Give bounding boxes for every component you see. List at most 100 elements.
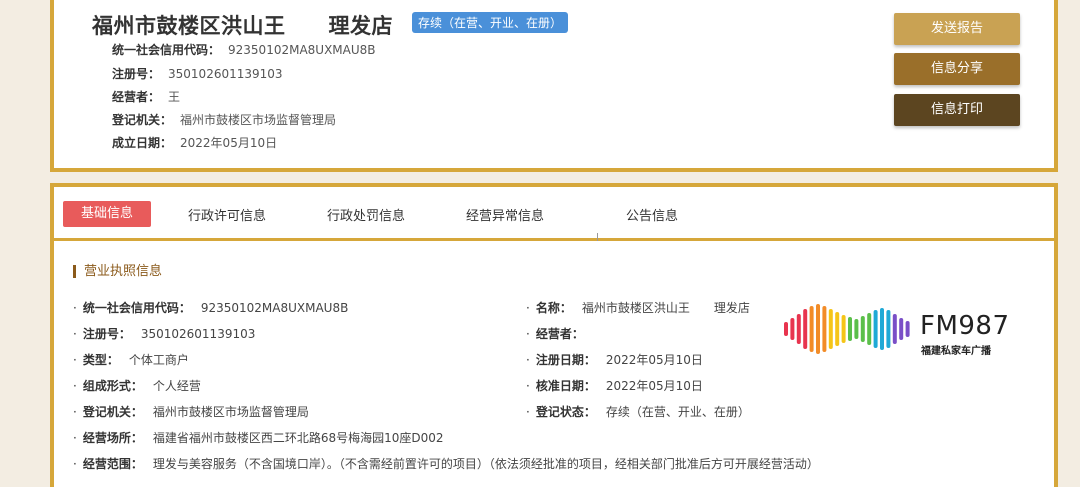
- field-value: 福州市鼓楼区市场监督管理局: [180, 113, 337, 127]
- bullet-icon: ·: [526, 405, 530, 419]
- field-label: 核准日期：: [535, 379, 596, 393]
- field-label: 组成形式：: [82, 379, 143, 393]
- field-value: 92350102MA8UXMAU8B: [228, 43, 376, 57]
- bullet-icon: ·: [73, 405, 77, 419]
- field-authority: · 登记机关： 福州市鼓楼区市场监督管理局: [73, 403, 309, 420]
- bullet-icon: ·: [526, 353, 530, 367]
- logo-bar: [796, 314, 801, 344]
- logo-bar: [899, 318, 904, 340]
- logo-bar: [880, 308, 884, 350]
- logo-bar: [828, 309, 833, 349]
- field-premises: · 经营场所： 福建省福州市鼓楼区西二环北路68号梅海园10座D002: [73, 429, 444, 446]
- field-value: 92350102MA8UXMAU8B: [200, 301, 349, 315]
- logo-subtitle: 福建私家车广播: [921, 346, 991, 357]
- logo-bar: [841, 315, 846, 343]
- field-value: 350102601139103: [140, 327, 256, 341]
- summary-credit-code: 统一社会信用代码： 92350102MA8UXMAU8B: [112, 41, 376, 58]
- bullet-icon: ·: [526, 327, 530, 341]
- field-label: 统一社会信用代码：: [112, 43, 221, 57]
- summary-authority: 登记机关： 福州市鼓楼区市场监督管理局: [112, 111, 336, 128]
- field-label: 登记机关：: [112, 113, 173, 127]
- print-info-button[interactable]: 信息打印: [894, 94, 1020, 126]
- field-label: 经营者：: [535, 327, 584, 341]
- field-label: 名称：: [535, 301, 572, 315]
- bullet-icon: ·: [73, 379, 77, 393]
- field-value: 350102601139103: [168, 67, 283, 81]
- tab-basic-info[interactable]: 基础信息: [63, 201, 151, 227]
- field-value: 2022年05月10日: [605, 379, 703, 393]
- field-label: 注册日期：: [535, 353, 596, 367]
- field-business-scope: · 经营范围： 理发与美容服务（不含国境口岸）。（不含需经前置许可的项目）（依法须经…: [73, 455, 819, 472]
- field-value: 福州市鼓楼区洪山王 理发店: [581, 301, 750, 315]
- tab-admin-penalty[interactable]: 行政处罚信息: [327, 205, 405, 224]
- bullet-icon: ·: [73, 301, 77, 315]
- summary-founded-date: 成立日期： 2022年05月10日: [112, 134, 277, 151]
- logo-bar: [854, 319, 859, 339]
- field-label: 经营场所：: [82, 431, 143, 445]
- bullet-icon: ·: [73, 457, 77, 471]
- bullet-icon: ·: [526, 301, 530, 315]
- sound-bars-icon: [784, 304, 910, 354]
- field-value: 理发与美容服务（不含国境口岸）。（不含需经前置许可的项目）（依法须经批准的项目，…: [152, 457, 819, 471]
- logo-bar: [816, 304, 820, 354]
- field-value: 福州市鼓楼区市场监督管理局: [152, 405, 309, 419]
- logo-brand: FM987: [920, 311, 1010, 341]
- field-name: · 名称： 福州市鼓楼区洪山王 理发店: [526, 299, 750, 316]
- logo-bar: [873, 310, 878, 348]
- logo-bar: [860, 316, 865, 342]
- tab-abnormal-operation[interactable]: 经营异常信息: [466, 205, 544, 224]
- logo-bar: [803, 309, 808, 349]
- field-reg-status: · 登记状态： 存续（在营、开业、在册）: [526, 403, 750, 420]
- summary-operator: 经营者： 王: [112, 88, 180, 105]
- company-summary-card: 福州市鼓楼区洪山王 理发店 存续（在营、开业、在册） 统一社会信用代码： 9235…: [50, 0, 1058, 172]
- field-type: · 类型： 个体工商户: [73, 351, 189, 368]
- field-value: 存续（在营、开业、在册）: [605, 405, 750, 419]
- logo-bar: [886, 310, 891, 348]
- section-title: 营业执照信息: [73, 265, 162, 278]
- bullet-icon: ·: [526, 379, 530, 393]
- logo-bar: [822, 306, 827, 352]
- field-value: 2022年05月10日: [180, 136, 278, 150]
- field-label: 登记机关：: [82, 405, 143, 419]
- field-value: 个体工商户: [128, 353, 189, 367]
- field-credit-code: · 统一社会信用代码： 92350102MA8UXMAU8B: [73, 299, 348, 316]
- field-approval-date: · 核准日期： 2022年05月10日: [526, 377, 703, 394]
- field-label: 类型：: [82, 353, 119, 367]
- fm987-watermark-logo: FM987 福建私家车广播: [782, 303, 1022, 363]
- tab-admin-license[interactable]: 行政许可信息: [188, 205, 266, 224]
- tab-bar: 基础信息 行政许可信息 行政处罚信息 经营异常信息 公告信息: [54, 187, 1054, 241]
- field-label: 注册号：: [112, 67, 161, 81]
- summary-reg-number: 注册号： 350102601139103: [112, 65, 283, 82]
- field-label: 经营者：: [112, 90, 161, 104]
- field-operator: · 经营者：: [526, 325, 594, 342]
- send-report-button[interactable]: 发送报告: [894, 13, 1020, 45]
- field-value: 个人经营: [152, 379, 201, 393]
- field-composition: · 组成形式： 个人经营: [73, 377, 201, 394]
- bullet-icon: ·: [73, 327, 77, 341]
- field-value: 2022年05月10日: [605, 353, 703, 367]
- logo-bar: [848, 317, 852, 341]
- share-info-button[interactable]: 信息分享: [894, 53, 1020, 85]
- field-label: 登记状态：: [535, 405, 596, 419]
- logo-bar: [905, 321, 910, 337]
- logo-bar: [790, 318, 795, 340]
- field-label: 成立日期：: [112, 136, 173, 150]
- field-label: 统一社会信用代码：: [82, 301, 191, 315]
- field-value: 王: [168, 90, 181, 104]
- detail-card: 基础信息 行政许可信息 行政处罚信息 经营异常信息 公告信息 营业执照信息 · 统…: [50, 183, 1058, 487]
- logo-bar: [892, 314, 897, 344]
- field-reg-number: · 注册号： 350102601139103: [73, 325, 255, 342]
- logo-bar: [784, 322, 788, 336]
- field-label: 经营范围：: [82, 457, 143, 471]
- logo-bar: [867, 313, 872, 345]
- bullet-icon: ·: [73, 431, 77, 445]
- bullet-icon: ·: [73, 353, 77, 367]
- field-value: 福建省福州市鼓楼区西二环北路68号梅海园10座D002: [152, 431, 444, 445]
- field-label: 注册号：: [82, 327, 131, 341]
- logo-bar: [835, 312, 840, 346]
- company-name: 福州市鼓楼区洪山王 理发店: [92, 14, 393, 38]
- status-badge: 存续（在营、开业、在册）: [412, 12, 569, 33]
- field-reg-date: · 注册日期： 2022年05月10日: [526, 351, 703, 368]
- tab-announcements[interactable]: 公告信息: [626, 205, 678, 224]
- logo-bar: [809, 306, 814, 352]
